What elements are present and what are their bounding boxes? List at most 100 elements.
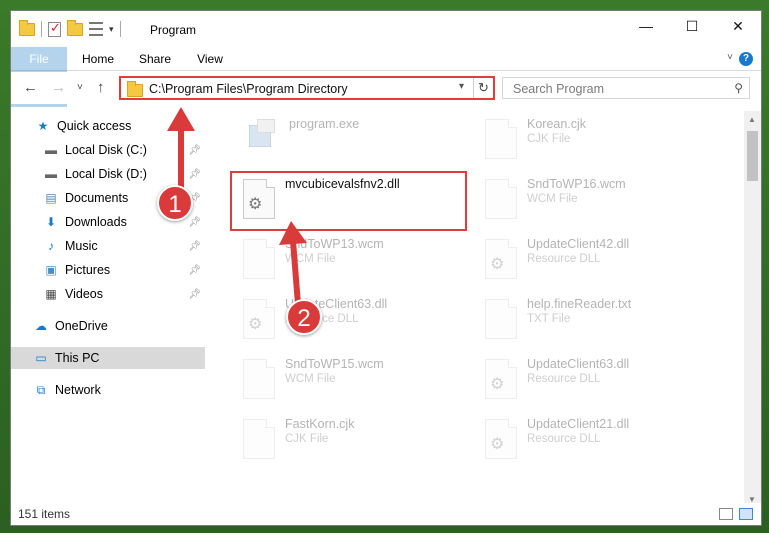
file-item[interactable]: SndToWP16.wcm WCM File xyxy=(479,175,719,235)
file-type: WCM File xyxy=(527,193,578,205)
folder-icon xyxy=(127,81,143,97)
star-icon: ★ xyxy=(37,119,49,133)
download-icon: ⬇ xyxy=(45,215,57,229)
new-folder-icon[interactable] xyxy=(67,19,83,36)
tab-view[interactable]: View xyxy=(187,47,233,71)
sidebar-item-pictures[interactable]: ▣ Pictures 📌︎ xyxy=(11,259,205,281)
file-type: WCM File xyxy=(285,373,336,385)
sidebar-item-this-pc[interactable]: ▭ This PC xyxy=(11,347,205,369)
file-item[interactable]: FastKorn.cjk CJK File xyxy=(237,415,477,475)
forward-button[interactable]: → xyxy=(51,79,66,96)
ribbon-tabs: File Home Share View ˅ ? xyxy=(11,47,761,107)
sidebar-item-videos[interactable]: ▦ Videos 📌︎ xyxy=(11,283,205,305)
file-item[interactable]: program.exe xyxy=(241,115,481,175)
music-icon: ♪ xyxy=(48,239,54,253)
file-item[interactable]: ⚙ UpdateClient63.dll Resource DLL xyxy=(479,355,719,415)
tab-home[interactable]: Home xyxy=(73,47,123,71)
pin-icon[interactable]: 📌︎ xyxy=(188,241,201,252)
file-icon xyxy=(485,119,517,159)
ribbon-expand-icon[interactable]: ˅ xyxy=(727,52,733,63)
sidebar-item-music[interactable]: ♪ Music 📌︎ xyxy=(11,235,205,257)
file-name: program.exe xyxy=(289,117,360,131)
file-item[interactable]: Korean.cjk CJK File xyxy=(479,115,719,175)
minimize-button[interactable]: — xyxy=(623,11,669,41)
annotation-badge-2: 2 xyxy=(286,299,322,335)
pin-icon[interactable]: 📌︎ xyxy=(188,217,201,228)
file-name: UpdateClient42.dll xyxy=(527,237,630,251)
folder-icon[interactable] xyxy=(19,19,35,36)
file-name: SndToWP15.wcm xyxy=(285,357,384,371)
pc-icon: ▭ xyxy=(35,351,47,365)
sidebar-item-onedrive[interactable]: ☁ OneDrive xyxy=(11,315,205,337)
file-icon xyxy=(243,239,275,279)
file-icon xyxy=(485,299,517,339)
file-type: Resource DLL xyxy=(527,373,601,385)
recent-locations-button[interactable]: ˅ xyxy=(77,82,83,93)
file-item[interactable]: ⚙ UpdateClient21.dll Resource DLL xyxy=(479,415,719,475)
file-item[interactable]: ⚙ UpdateClient42.dll Resource DLL xyxy=(479,235,719,295)
drive-icon: ▬ xyxy=(45,143,57,157)
scrollbar-thumb[interactable] xyxy=(747,131,758,181)
dll-gear-icon: ⚙ xyxy=(485,359,517,399)
up-button[interactable]: ↑ xyxy=(97,79,105,96)
file-name: help.fineReader.txt xyxy=(527,297,632,311)
properties-check-icon[interactable] xyxy=(48,20,61,37)
refresh-icon[interactable]: ↻ xyxy=(473,78,493,98)
sidebar-item-label: Pictures xyxy=(65,263,111,277)
dll-gear-icon: ⚙ xyxy=(485,239,517,279)
back-button[interactable]: ← xyxy=(23,79,38,96)
sidebar-item-label: Local Disk (C:) xyxy=(65,143,147,157)
view-switcher xyxy=(719,508,753,520)
file-icon xyxy=(243,359,275,399)
chevron-down-icon[interactable]: ▾ xyxy=(459,81,464,92)
search-placeholder: Search Program xyxy=(513,82,605,96)
details-view-icon[interactable] xyxy=(719,508,733,520)
cloud-icon: ☁ xyxy=(35,319,47,333)
file-name: FastKorn.cjk xyxy=(285,417,355,431)
file-name: UpdateClient21.dll xyxy=(527,417,630,431)
vertical-scrollbar[interactable]: ▲ ▼ xyxy=(744,111,761,506)
pin-icon[interactable]: 📌︎ xyxy=(188,289,201,300)
chevron-down-icon[interactable]: ▾ xyxy=(109,24,114,35)
status-bar: 151 items xyxy=(11,503,761,525)
videos-icon: ▦ xyxy=(45,287,57,301)
sidebar-item-network[interactable]: ⧉ Network xyxy=(11,379,205,401)
file-item[interactable]: ⚙ UpdateClient63.dll Resource DLL xyxy=(237,295,477,355)
large-icons-view-icon[interactable] xyxy=(739,508,753,520)
sidebar-item-label: OneDrive xyxy=(55,319,108,333)
sidebar-item-label: Downloads xyxy=(65,215,127,229)
tab-share[interactable]: Share xyxy=(131,47,179,71)
annotation-badge-1: 1 xyxy=(157,185,193,221)
sidebar-item-label: Network xyxy=(55,383,101,397)
help-icon[interactable]: ? xyxy=(739,52,753,66)
sidebar-item-label: Quick access xyxy=(57,119,132,133)
pin-icon[interactable]: 📌︎ xyxy=(188,265,201,276)
maximize-button[interactable]: ☐ xyxy=(669,11,715,41)
dll-gear-icon: ⚙ xyxy=(243,299,275,339)
address-bar[interactable]: C:\Program Files\Program Directory ▾ ↻ xyxy=(119,76,495,100)
file-item[interactable]: SndToWP15.wcm WCM File xyxy=(237,355,477,415)
drive-icon: ▬ xyxy=(45,167,57,181)
file-name: Korean.cjk xyxy=(527,117,587,131)
sidebar-item-label: Documents xyxy=(65,191,129,205)
divider xyxy=(119,21,121,37)
customize-icon[interactable] xyxy=(89,22,103,36)
file-item[interactable]: SndToWP13.wcm WCM File xyxy=(237,235,477,295)
window-title: Program xyxy=(150,23,197,37)
file-item[interactable]: help.fineReader.txt TXT File xyxy=(479,295,719,355)
sidebar-item-label: Videos xyxy=(65,287,103,301)
address-path[interactable]: C:\Program Files\Program Directory xyxy=(149,82,348,96)
search-icon[interactable]: ⚲ xyxy=(734,81,743,95)
title-bar: ▾ Program — ☐ ✕ xyxy=(11,11,761,47)
file-type: Resource DLL xyxy=(527,253,601,265)
search-input[interactable]: Search Program ⚲ xyxy=(502,77,750,99)
close-button[interactable]: ✕ xyxy=(715,11,761,41)
quick-access-toolbar: ▾ xyxy=(19,19,121,37)
file-type: CJK File xyxy=(285,433,329,445)
window-controls: — ☐ ✕ xyxy=(623,11,761,41)
file-type: TXT File xyxy=(527,313,571,325)
divider xyxy=(41,21,42,37)
file-type: Resource DLL xyxy=(527,433,601,445)
scroll-up-icon[interactable]: ▲ xyxy=(748,115,756,124)
sidebar-item-label: Music xyxy=(65,239,98,253)
